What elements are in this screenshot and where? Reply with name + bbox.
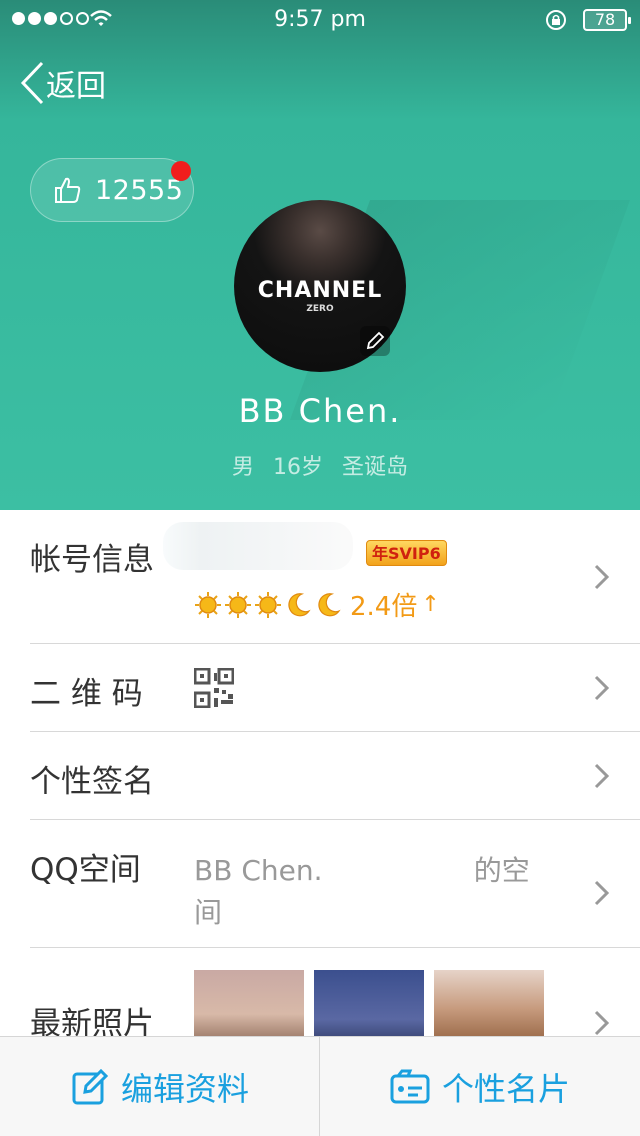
- edit-icon: [72, 1068, 109, 1105]
- chevron-right-icon: [594, 763, 610, 789]
- chevron-right-icon: [594, 675, 610, 701]
- chevron-right-icon: [594, 564, 610, 590]
- account-number-redacted: [163, 522, 353, 570]
- back-label: 返回: [46, 69, 106, 104]
- gender: 男: [231, 455, 254, 480]
- row-qzone[interactable]: QQ空间 BB Chen. 的空间: [0, 820, 640, 948]
- sun-icon: [225, 591, 251, 618]
- battery-indicator: 78: [583, 9, 631, 31]
- sun-icon: [255, 591, 281, 618]
- location: 圣诞岛: [342, 455, 409, 480]
- status-time: 9:57 pm: [274, 7, 366, 32]
- nickname: BB Chen.: [238, 392, 402, 430]
- speed-multiplier: 2.4倍: [350, 592, 418, 622]
- profile-card-button[interactable]: 个性名片: [320, 1037, 640, 1136]
- user-info: 男 16岁 圣诞岛: [0, 449, 640, 481]
- row-label: QQ空间: [30, 852, 141, 888]
- chevron-left-icon: [20, 61, 44, 105]
- row-label: 二 维 码: [30, 676, 143, 712]
- chevron-right-icon: [594, 880, 610, 906]
- sun-icon: [195, 591, 221, 618]
- qr-code-icon: [194, 668, 234, 708]
- age: 16岁: [273, 455, 323, 480]
- edit-profile-label: 编辑资料: [120, 1070, 249, 1108]
- row-label: 个性签名: [30, 764, 154, 800]
- moon-icon: [318, 592, 341, 616]
- row-latest-photos[interactable]: 最新照片: [0, 948, 640, 1080]
- card-icon: [390, 1069, 430, 1104]
- thumbs-up-icon: [55, 177, 81, 203]
- notification-dot: [171, 161, 191, 181]
- rotation-lock-icon: [546, 10, 566, 30]
- profile-header: 9:57 pm 78 返回 12555 CHANNEL ZERO BB Chen…: [0, 0, 640, 510]
- status-bar: 9:57 pm 78: [0, 0, 640, 40]
- row-signature[interactable]: 个性签名: [0, 732, 640, 820]
- qzone-name: BB Chen. 的空间: [194, 854, 530, 929]
- edit-avatar-icon[interactable]: [360, 326, 390, 356]
- row-qrcode[interactable]: 二 维 码: [0, 644, 640, 732]
- profile-card-label: 个性名片: [441, 1070, 570, 1108]
- like-button[interactable]: 12555: [30, 158, 194, 222]
- avatar-shirt-text: CHANNEL: [257, 278, 383, 303]
- bottom-toolbar: 编辑资料 个性名片: [0, 1036, 640, 1136]
- svip-badge: 年SVIP6: [366, 540, 447, 566]
- edit-profile-button[interactable]: 编辑资料: [0, 1037, 320, 1136]
- row-label: 帐号信息: [30, 542, 154, 578]
- arrow-up-icon: ↑: [421, 592, 440, 617]
- profile-list: 帐号信息 年SVIP6 2.4倍 ↑ 二 维 码 个性签名 QQ空间 BB Ch…: [0, 510, 640, 1080]
- avatar-shirt-subtext: ZERO: [306, 304, 334, 314]
- like-count: 12555: [95, 174, 184, 206]
- back-button[interactable]: 返回: [18, 60, 106, 106]
- chevron-right-icon: [594, 1010, 610, 1036]
- moon-icon: [288, 592, 311, 616]
- row-account-info[interactable]: 帐号信息 年SVIP6 2.4倍 ↑: [0, 510, 640, 644]
- qq-level: 2.4倍 ↑: [194, 586, 440, 623]
